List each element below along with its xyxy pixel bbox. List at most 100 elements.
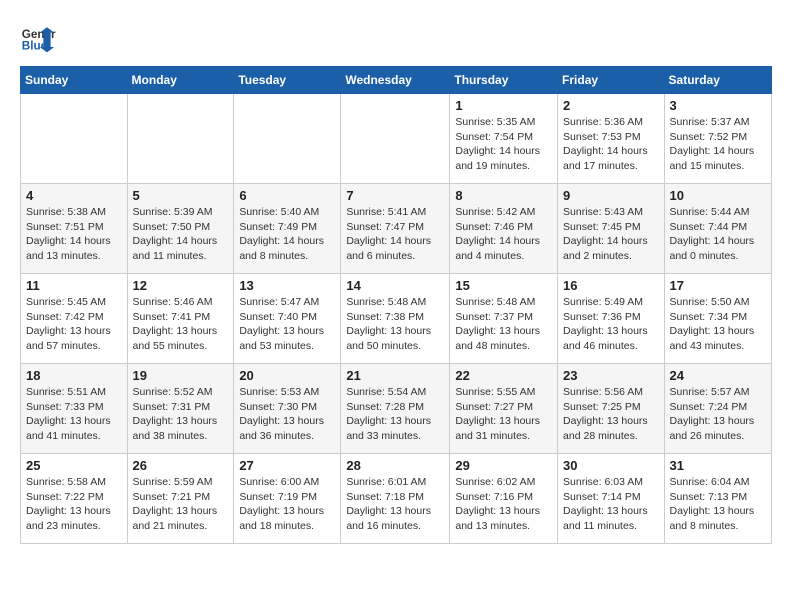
day-info: Sunrise: 5:39 AM Sunset: 7:50 PM Dayligh… [133,205,229,264]
day-info: Sunrise: 5:58 AM Sunset: 7:22 PM Dayligh… [26,475,122,534]
day-info: Sunrise: 5:37 AM Sunset: 7:52 PM Dayligh… [670,115,766,174]
day-number: 29 [455,458,552,473]
day-cell: 7 Sunrise: 5:41 AM Sunset: 7:47 PM Daylig… [341,184,450,274]
day-info: Sunrise: 5:55 AM Sunset: 7:27 PM Dayligh… [455,385,552,444]
day-number: 25 [26,458,122,473]
header-cell-friday: Friday [558,67,665,94]
day-info: Sunrise: 5:48 AM Sunset: 7:37 PM Dayligh… [455,295,552,354]
day-number: 10 [670,188,766,203]
header-cell-saturday: Saturday [664,67,771,94]
day-number: 20 [239,368,335,383]
day-cell: 2Sunrise: 5:36 AM Sunset: 7:53 PM Daylig… [558,94,665,184]
week-row-3: 11 Sunrise: 5:45 AM Sunset: 7:42 PM Dayli… [21,274,772,364]
day-info: Sunrise: 5:46 AM Sunset: 7:41 PM Dayligh… [133,295,229,354]
header-cell-monday: Monday [127,67,234,94]
day-number: 18 [26,368,122,383]
day-info: Sunrise: 5:52 AM Sunset: 7:31 PM Dayligh… [133,385,229,444]
day-number: 14 [346,278,444,293]
day-number: 8 [455,188,552,203]
header-cell-thursday: Thursday [450,67,558,94]
day-cell: 23 Sunrise: 5:56 AM Sunset: 7:25 PM Dayli… [558,364,665,454]
day-number: 27 [239,458,335,473]
header-cell-sunday: Sunday [21,67,128,94]
day-info: Sunrise: 5:53 AM Sunset: 7:30 PM Dayligh… [239,385,335,444]
day-number: 11 [26,278,122,293]
day-number: 22 [455,368,552,383]
day-cell: 3Sunrise: 5:37 AM Sunset: 7:52 PM Daylig… [664,94,771,184]
day-number: 7 [346,188,444,203]
day-cell: 13 Sunrise: 5:47 AM Sunset: 7:40 PM Dayli… [234,274,341,364]
day-info: Sunrise: 5:57 AM Sunset: 7:24 PM Dayligh… [670,385,766,444]
day-cell: 19 Sunrise: 5:52 AM Sunset: 7:31 PM Dayli… [127,364,234,454]
day-info: Sunrise: 6:00 AM Sunset: 7:19 PM Dayligh… [239,475,335,534]
day-cell: 1Sunrise: 5:35 AM Sunset: 7:54 PM Daylig… [450,94,558,184]
day-cell: 9 Sunrise: 5:43 AM Sunset: 7:45 PM Daylig… [558,184,665,274]
day-info: Sunrise: 5:47 AM Sunset: 7:40 PM Dayligh… [239,295,335,354]
day-cell: 12Sunrise: 5:46 AM Sunset: 7:41 PM Dayli… [127,274,234,364]
day-cell: 14 Sunrise: 5:48 AM Sunset: 7:38 PM Dayli… [341,274,450,364]
day-number: 13 [239,278,335,293]
day-cell: 17 Sunrise: 5:50 AM Sunset: 7:34 PM Dayli… [664,274,771,364]
day-cell: 15 Sunrise: 5:48 AM Sunset: 7:37 PM Dayli… [450,274,558,364]
day-cell: 21Sunrise: 5:54 AM Sunset: 7:28 PM Dayli… [341,364,450,454]
day-number: 17 [670,278,766,293]
day-number: 24 [670,368,766,383]
day-cell: 28 Sunrise: 6:01 AM Sunset: 7:18 PM Dayli… [341,454,450,544]
day-number: 19 [133,368,229,383]
day-info: Sunrise: 5:40 AM Sunset: 7:49 PM Dayligh… [239,205,335,264]
day-cell: 10 Sunrise: 5:44 AM Sunset: 7:44 PM Dayli… [664,184,771,274]
day-number: 21 [346,368,444,383]
day-info: Sunrise: 6:02 AM Sunset: 7:16 PM Dayligh… [455,475,552,534]
day-info: Sunrise: 5:59 AM Sunset: 7:21 PM Dayligh… [133,475,229,534]
day-number: 4 [26,188,122,203]
day-cell [127,94,234,184]
day-cell: 5Sunrise: 5:39 AM Sunset: 7:50 PM Daylig… [127,184,234,274]
day-cell: 18 Sunrise: 5:51 AM Sunset: 7:33 PM Dayli… [21,364,128,454]
day-info: Sunrise: 5:50 AM Sunset: 7:34 PM Dayligh… [670,295,766,354]
day-cell: 6 Sunrise: 5:40 AM Sunset: 7:49 PM Daylig… [234,184,341,274]
day-cell: 20 Sunrise: 5:53 AM Sunset: 7:30 PM Dayli… [234,364,341,454]
day-info: Sunrise: 5:51 AM Sunset: 7:33 PM Dayligh… [26,385,122,444]
day-info: Sunrise: 5:43 AM Sunset: 7:45 PM Dayligh… [563,205,659,264]
day-number: 31 [670,458,766,473]
day-info: Sunrise: 5:45 AM Sunset: 7:42 PM Dayligh… [26,295,122,354]
day-info: Sunrise: 5:48 AM Sunset: 7:38 PM Dayligh… [346,295,444,354]
week-row-4: 18 Sunrise: 5:51 AM Sunset: 7:33 PM Dayli… [21,364,772,454]
day-cell: 29 Sunrise: 6:02 AM Sunset: 7:16 PM Dayli… [450,454,558,544]
day-cell: 11 Sunrise: 5:45 AM Sunset: 7:42 PM Dayli… [21,274,128,364]
header-cell-wednesday: Wednesday [341,67,450,94]
day-cell: 26 Sunrise: 5:59 AM Sunset: 7:21 PM Dayli… [127,454,234,544]
calendar-table: SundayMondayTuesdayWednesdayThursdayFrid… [20,66,772,544]
day-number: 28 [346,458,444,473]
day-cell: 24 Sunrise: 5:57 AM Sunset: 7:24 PM Dayli… [664,364,771,454]
day-number: 9 [563,188,659,203]
day-info: Sunrise: 6:03 AM Sunset: 7:14 PM Dayligh… [563,475,659,534]
day-cell [21,94,128,184]
day-cell: 16Sunrise: 5:49 AM Sunset: 7:36 PM Dayli… [558,274,665,364]
day-number: 2 [563,98,659,113]
day-number: 15 [455,278,552,293]
week-row-2: 4 Sunrise: 5:38 AM Sunset: 7:51 PM Daylig… [21,184,772,274]
header-row: SundayMondayTuesdayWednesdayThursdayFrid… [21,67,772,94]
day-info: Sunrise: 5:49 AM Sunset: 7:36 PM Dayligh… [563,295,659,354]
day-info: Sunrise: 5:41 AM Sunset: 7:47 PM Dayligh… [346,205,444,264]
day-number: 30 [563,458,659,473]
day-cell: 30 Sunrise: 6:03 AM Sunset: 7:14 PM Dayli… [558,454,665,544]
logo-icon: General Blue [20,20,56,56]
day-cell: 22 Sunrise: 5:55 AM Sunset: 7:27 PM Dayli… [450,364,558,454]
header-cell-tuesday: Tuesday [234,67,341,94]
day-cell: 25 Sunrise: 5:58 AM Sunset: 7:22 PM Dayli… [21,454,128,544]
day-info: Sunrise: 5:38 AM Sunset: 7:51 PM Dayligh… [26,205,122,264]
day-info: Sunrise: 5:42 AM Sunset: 7:46 PM Dayligh… [455,205,552,264]
day-cell [341,94,450,184]
day-number: 23 [563,368,659,383]
day-cell [234,94,341,184]
day-number: 6 [239,188,335,203]
page-header: General Blue [20,20,772,56]
logo: General Blue [20,20,56,56]
day-number: 26 [133,458,229,473]
day-cell: 27 Sunrise: 6:00 AM Sunset: 7:19 PM Dayli… [234,454,341,544]
day-info: Sunrise: 5:56 AM Sunset: 7:25 PM Dayligh… [563,385,659,444]
day-info: Sunrise: 5:44 AM Sunset: 7:44 PM Dayligh… [670,205,766,264]
day-info: Sunrise: 6:01 AM Sunset: 7:18 PM Dayligh… [346,475,444,534]
